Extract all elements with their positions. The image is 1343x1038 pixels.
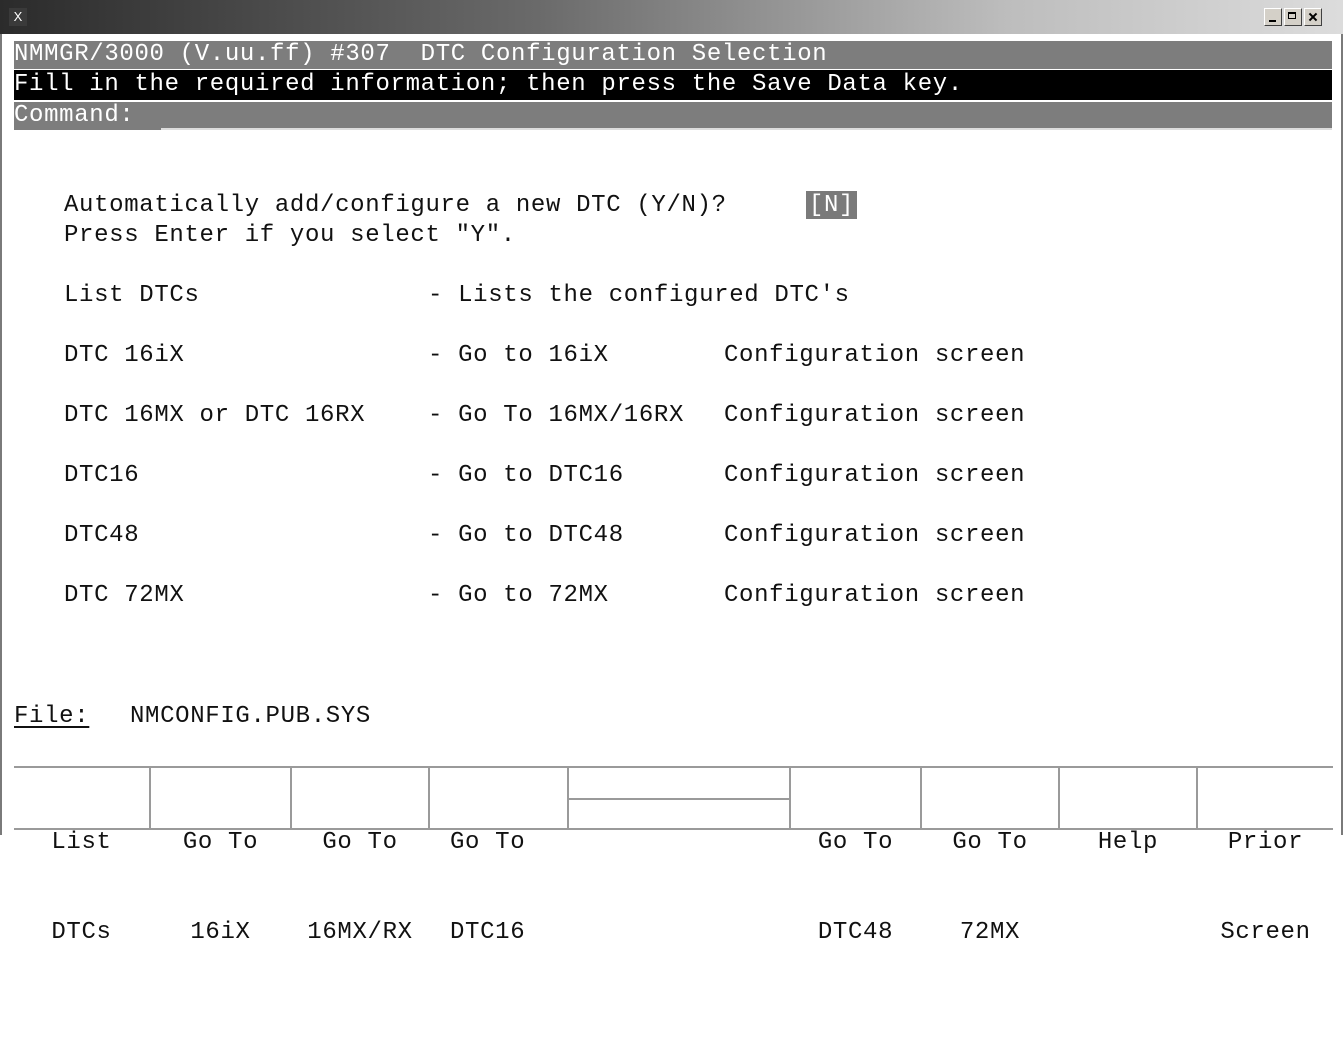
fkey-label-line2 [569, 948, 789, 978]
fkey-divider [569, 798, 789, 800]
file-label: File: [14, 703, 90, 730]
fkey-label-line1: Go To [182, 829, 259, 856]
fkey-go-to-dtc16[interactable]: Go To DTC16 [430, 768, 569, 946]
option-description: - Go to DTC48 [428, 522, 624, 549]
fkey-prior-screen[interactable]: Prior Screen [1198, 768, 1333, 946]
fkey-label-line2: 72MX [959, 919, 1021, 946]
fkey-list-dtcs[interactable]: List DTCs [14, 768, 151, 946]
option-name: DTC16 [64, 462, 140, 489]
option-name: DTC 16iX [64, 342, 185, 369]
fkey-label-line1: Go To [952, 829, 1028, 856]
instruction-bar: Fill in the required information; then p… [14, 70, 1332, 100]
option-description: - Go to DTC16 [428, 462, 624, 489]
function-key-bar: List DTCs Go To 16iX Go To 16MX/RX Go To… [14, 766, 1333, 946]
auto-config-field[interactable]: [N] [806, 191, 857, 219]
fkey-label-line1: List [51, 829, 112, 856]
fkey-label-line2: DTCs [51, 919, 112, 946]
option-name: DTC 72MX [64, 582, 185, 609]
fkey-label-line2: DTC16 [450, 919, 526, 946]
close-icon[interactable] [1304, 8, 1322, 26]
option-name: DTC48 [64, 522, 140, 549]
instruction-text: Fill in the required information; then p… [14, 71, 963, 98]
fkey-label-line1 [569, 858, 789, 888]
maximize-icon[interactable] [1284, 8, 1302, 26]
option-name: List DTCs [64, 282, 200, 309]
fkey-go-to-72mx[interactable]: Go To 72MX [922, 768, 1060, 946]
option-description: - Go to 16iX [428, 342, 609, 369]
fkey-go-to-16ix[interactable]: Go To 16iX [151, 768, 292, 946]
auto-config-note: Press Enter if you select "Y". [64, 222, 516, 249]
fkey-label-line2: 16iX [190, 919, 251, 946]
option-tail: Configuration screen [724, 582, 1026, 609]
fkey-help[interactable]: Help [1060, 768, 1198, 856]
command-input[interactable] [161, 102, 1332, 130]
command-bar: Command: [14, 102, 1332, 130]
option-tail: Configuration screen [724, 462, 1026, 489]
window-title-bar[interactable]: X [0, 0, 1343, 34]
fkey-label-line2: DTC48 [817, 919, 894, 946]
screen-title: NMMGR/3000 (V.uu.ff) #307 DTC Configurat… [14, 41, 828, 68]
screen-header: NMMGR/3000 (V.uu.ff) #307 DTC Configurat… [14, 41, 1332, 69]
fkey-label-line2: Screen [1220, 919, 1311, 946]
fkey-label-line1: Prior [1227, 829, 1304, 856]
option-tail: Configuration screen [724, 402, 1026, 429]
fkey-blank[interactable] [569, 768, 791, 828]
option-name: DTC 16MX or DTC 16RX [64, 402, 366, 429]
fkey-label-line1: Go To [817, 829, 894, 856]
fkey-label-line2 [1060, 918, 1196, 948]
fkey-go-to-dtc48[interactable]: Go To DTC48 [791, 768, 922, 946]
fkey-go-to-16mxrx[interactable]: Go To 16MX/RX [292, 768, 430, 946]
minimize-icon[interactable] [1264, 8, 1282, 26]
fkey-label-line1: Help [1097, 829, 1159, 856]
auto-config-prompt: Automatically add/configure a new DTC (Y… [64, 192, 727, 219]
option-description: - Go to 72MX [428, 582, 609, 609]
option-tail: Configuration screen [724, 522, 1026, 549]
file-value: NMCONFIG.PUB.SYS [130, 703, 371, 730]
command-label: Command: [14, 102, 135, 129]
option-tail: Configuration screen [724, 342, 1026, 369]
option-description: - Go To 16MX/16RX [428, 402, 685, 429]
fkey-label-line2: 16MX/RX [307, 919, 413, 946]
fkey-label-line1: Go To [322, 829, 398, 856]
option-description: - Lists the configured DTC's [428, 282, 850, 309]
fkey-label-line1: Go To [450, 829, 526, 856]
x-window-icon[interactable]: X [9, 8, 27, 26]
